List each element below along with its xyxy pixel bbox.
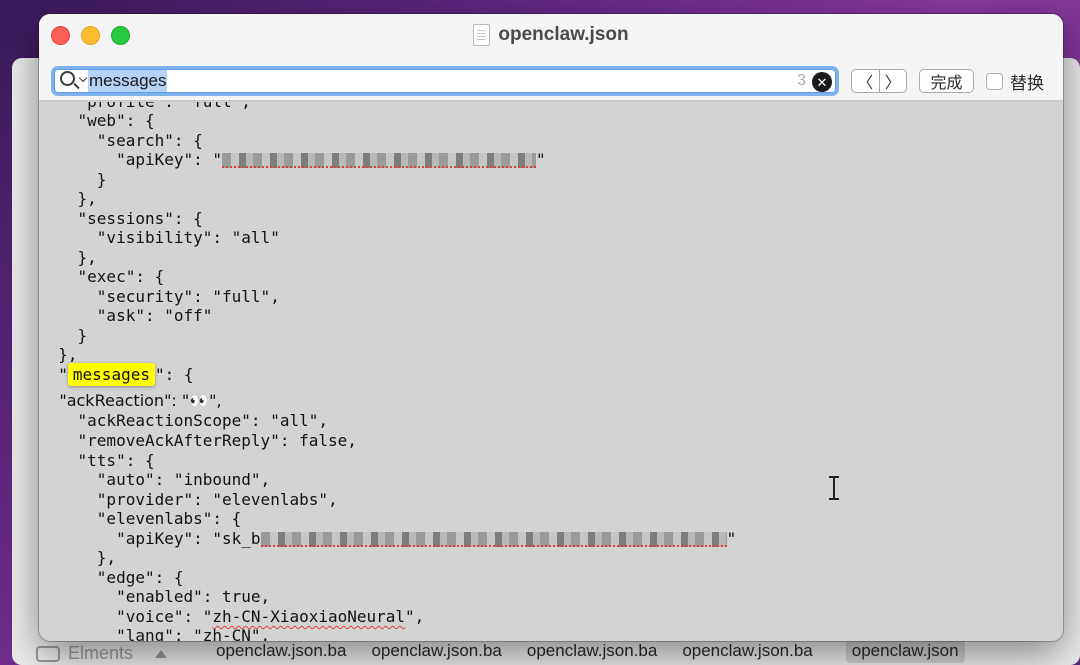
textedit-window: openclaw.json messages 3 ✕ 〈 〉 完成 替换 "pr… xyxy=(39,14,1063,641)
code-line: "ask": "off" xyxy=(39,306,213,325)
code-line: "search": { xyxy=(39,131,203,150)
redacted-api-key xyxy=(222,153,537,168)
code-line-voice: "voice": "zh-CN-XiaoxiaoNeural", xyxy=(39,607,425,626)
drive-icon xyxy=(36,645,60,662)
finder-file-item[interactable]: openclaw.json.ba xyxy=(365,639,507,663)
document-icon xyxy=(473,24,491,46)
done-button[interactable]: 完成 xyxy=(919,69,974,93)
code-line-search-apikey: "apiKey": " " xyxy=(39,150,546,169)
code-line: "security": "full", xyxy=(39,287,280,306)
code-line: "exec": { xyxy=(39,267,165,286)
code-line: }, xyxy=(39,189,97,208)
code-line: "ackReaction": "👀", xyxy=(39,391,222,410)
code-line: "tts": { xyxy=(39,451,155,470)
code-line-elevenlabs-apikey: "apiKey": "sk_b " xyxy=(39,529,737,548)
finder-file-item[interactable]: openclaw.json.ba xyxy=(676,639,818,663)
next-match-button[interactable]: 〉 xyxy=(880,70,907,92)
code-line: "removeAckAfterReply": false, xyxy=(39,431,357,450)
code-line: "visibility": "all" xyxy=(39,228,280,247)
window-title-group: openclaw.json xyxy=(39,22,1063,48)
previous-match-button[interactable]: 〈 xyxy=(852,70,880,92)
clear-search-icon[interactable]: ✕ xyxy=(812,72,832,92)
eject-icon[interactable] xyxy=(155,649,168,658)
finder-sidebar-item-elements[interactable]: Elments xyxy=(36,642,206,665)
redacted-api-key xyxy=(260,532,727,547)
code-line: "auto": "inbound", xyxy=(39,470,271,489)
finder-file-item[interactable]: openclaw.json.ba xyxy=(210,639,352,663)
code-line: "enabled": true, xyxy=(39,587,271,606)
find-bar: messages 3 ✕ 〈 〉 完成 替换 xyxy=(39,64,1063,101)
code-line: }, xyxy=(39,248,97,267)
code-line: } xyxy=(39,170,107,189)
code-line: "elevenlabs": { xyxy=(39,509,242,528)
search-menu-icon[interactable] xyxy=(58,69,88,93)
code-line-messages: " messages ": { xyxy=(39,363,194,386)
replace-toggle[interactable]: 替换 xyxy=(986,70,1044,93)
find-navigation: 〈 〉 xyxy=(851,69,907,93)
text-editor[interactable]: "profile": "full", "web": { "search": { … xyxy=(39,102,1063,641)
finder-file-item-selected[interactable]: openclaw.json xyxy=(845,638,965,663)
find-query-text[interactable]: messages xyxy=(88,70,168,92)
code-line: "web": { xyxy=(39,111,155,130)
match-count: 3 xyxy=(797,72,806,89)
window-title: openclaw.json xyxy=(498,24,629,45)
code-line: "edge": { xyxy=(39,568,184,587)
replace-checkbox[interactable] xyxy=(986,72,1003,90)
finder-sidebar-label: Elments xyxy=(68,643,134,663)
finder-file-item[interactable]: openclaw.json.ba xyxy=(521,639,663,663)
code-line: "lang": "zh-CN", xyxy=(39,626,271,641)
code-line: }, xyxy=(39,548,117,567)
text-cursor-icon xyxy=(829,476,839,500)
code-line: "ackReactionScope": "all", xyxy=(39,411,328,430)
misspelled-word: zh-CN-XiaoxiaoNeural xyxy=(212,607,406,626)
find-search-field[interactable]: messages 3 ✕ xyxy=(51,66,839,96)
title-bar[interactable]: openclaw.json xyxy=(39,14,1063,64)
code-line: "sessions": { xyxy=(39,209,203,228)
code-line: "provider": "elevenlabs", xyxy=(39,490,338,509)
code-line: } xyxy=(39,326,88,345)
search-match-highlight: messages xyxy=(67,363,155,386)
code-line: }, xyxy=(39,345,78,364)
replace-label: 替换 xyxy=(1010,73,1044,93)
